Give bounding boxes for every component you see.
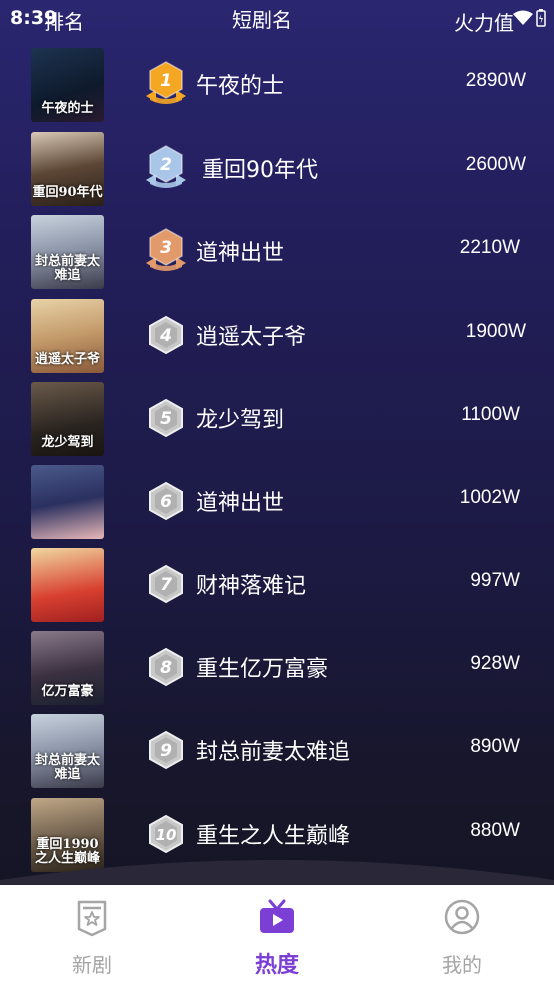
rank-row[interactable]: 亿万富豪 8 重生亿万富豪 928W	[0, 631, 554, 707]
poster-caption: 重回90年代	[32, 185, 103, 200]
heat-value: 880W	[470, 820, 520, 841]
rank-badge-icon: 7	[149, 564, 183, 604]
drama-poster[interactable]	[31, 465, 104, 539]
rank-row[interactable]: 逍遥太子爷 4 逍遥太子爷 1900W	[0, 299, 554, 375]
drama-title[interactable]: 龙少驾到	[196, 402, 284, 434]
rank-badge-icon: 8	[149, 647, 183, 687]
heat-value: 890W	[470, 736, 520, 757]
poster-caption: 逍遥太子爷	[34, 352, 100, 367]
rank-number: 9	[160, 741, 172, 761]
tab-label: 新剧	[72, 953, 112, 977]
heat-value: 2210W	[459, 237, 520, 258]
rank-row[interactable]: 午夜的士 1 午夜的士 2890W	[0, 48, 554, 124]
rank-row[interactable]: 龙少驾到 5 龙少驾到 1100W	[0, 382, 554, 458]
poster-caption: 龙少驾到	[41, 435, 94, 450]
tab-label: 我的	[442, 953, 482, 977]
heat-value: 2600W	[465, 154, 526, 175]
rank-number: 3	[160, 238, 172, 258]
heat-value: 1002W	[459, 487, 520, 508]
drama-title[interactable]: 重回90年代	[202, 152, 318, 184]
rank-number: 7	[160, 575, 172, 595]
rank-row[interactable]: 7 财神落难记 997W	[0, 548, 554, 624]
rank-badge-icon: 4	[149, 315, 183, 355]
drama-poster[interactable]: 封总前妻太难追	[31, 714, 104, 788]
rank-number: 5	[160, 409, 172, 429]
bronze-medal-icon: 3	[146, 228, 186, 271]
rank-number: 2	[160, 155, 172, 175]
drama-title[interactable]: 财神落难记	[196, 568, 306, 600]
heat-column-header: 火力值	[454, 11, 514, 35]
silver-medal-icon: 2	[146, 145, 186, 188]
header: 8:39 排名 短剧名 火力值	[0, 0, 554, 38]
rank-badge-icon: 6	[149, 481, 183, 521]
wifi-icon	[513, 10, 533, 25]
rank-row[interactable]: 重回90年代 2 重回90年代 2600W	[0, 132, 554, 208]
poster-caption: 亿万富豪	[41, 684, 94, 699]
tab-mine[interactable]: 我的	[392, 885, 532, 985]
bottom-tab-bar: 新剧 热度 我的	[0, 885, 554, 985]
tabbar-wave	[0, 860, 554, 890]
heat-value: 928W	[470, 653, 520, 674]
rank-number: 1	[160, 71, 172, 91]
drama-title[interactable]: 重生之人生巅峰	[196, 818, 350, 850]
rank-badge-icon: 5	[149, 398, 183, 438]
user-icon	[444, 899, 480, 935]
rank-number: 10	[156, 826, 177, 844]
battery-icon	[536, 9, 546, 27]
poster-caption: 封总前妻太难追	[34, 753, 100, 782]
drama-poster[interactable]: 午夜的士	[31, 48, 104, 122]
tv-icon	[260, 899, 294, 933]
rank-badge-icon: 9	[149, 730, 183, 770]
drama-poster[interactable]	[31, 548, 104, 622]
heat-value: 997W	[470, 570, 520, 591]
rank-number: 8	[160, 658, 172, 678]
rank-row[interactable]: 封总前妻太难追 9 封总前妻太难追 890W	[0, 714, 554, 790]
tab-popularity[interactable]: 热度	[207, 885, 347, 985]
tab-label: 热度	[254, 953, 299, 978]
rank-row[interactable]: 6 道神出世 1002W	[0, 465, 554, 541]
drama-title[interactable]: 重生亿万富豪	[196, 651, 328, 683]
heat-value: 1900W	[465, 321, 526, 342]
heat-value: 2890W	[465, 70, 526, 91]
gold-medal-icon: 1	[146, 61, 186, 104]
drama-poster[interactable]: 逍遥太子爷	[31, 299, 104, 373]
drama-poster[interactable]: 亿万富豪	[31, 631, 104, 705]
drama-title[interactable]: 道神出世	[196, 235, 284, 267]
drama-title[interactable]: 逍遥太子爷	[196, 319, 306, 351]
tab-new-dramas[interactable]: 新剧	[22, 885, 162, 985]
title-column-header: 短剧名	[232, 8, 292, 32]
rank-row[interactable]: 封总前妻太难追 3 道神出世 2210W	[0, 215, 554, 291]
star-badge-icon	[77, 900, 107, 937]
drama-poster[interactable]: 重回90年代	[31, 132, 104, 206]
status-icons	[513, 9, 546, 27]
heat-value: 1100W	[461, 404, 520, 425]
poster-caption: 午夜的士	[41, 101, 94, 116]
drama-title[interactable]: 午夜的士	[196, 68, 284, 100]
drama-poster[interactable]: 封总前妻太难追	[31, 215, 104, 289]
poster-caption: 封总前妻太难追	[34, 254, 100, 283]
rank-number: 6	[160, 492, 172, 512]
rank-number: 4	[159, 326, 172, 346]
drama-title[interactable]: 道神出世	[196, 485, 284, 517]
drama-poster[interactable]: 龙少驾到	[31, 382, 104, 456]
drama-title[interactable]: 封总前妻太难追	[196, 734, 350, 766]
